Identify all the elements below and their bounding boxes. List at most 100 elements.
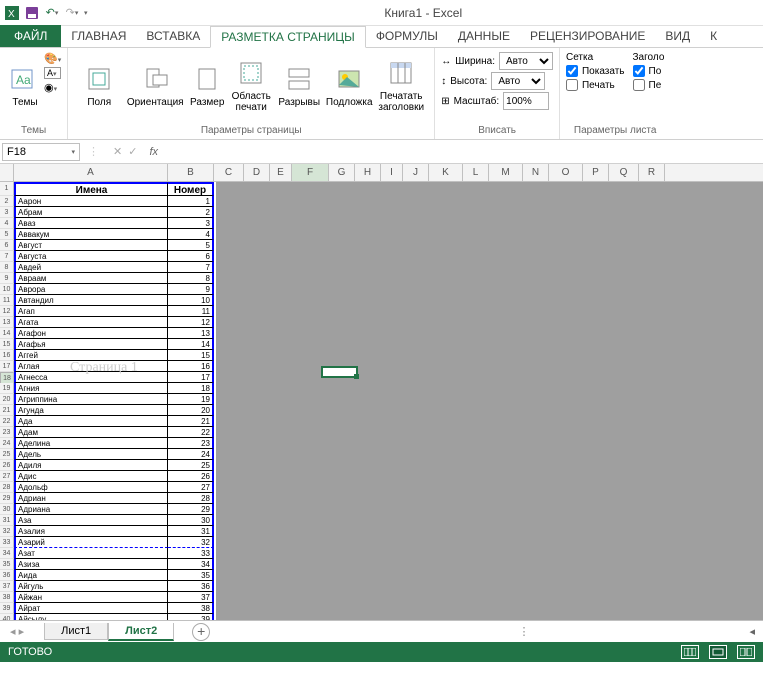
cell-B25[interactable]: 24 — [168, 449, 214, 460]
select-all-corner[interactable] — [0, 164, 14, 181]
cell-B33[interactable]: 32 — [168, 537, 214, 548]
cell-B38[interactable]: 37 — [168, 592, 214, 603]
width-select[interactable]: Авто — [499, 52, 553, 70]
tab-home[interactable]: ГЛАВНАЯ — [61, 25, 136, 47]
effects-icon[interactable]: ◉▾ — [44, 81, 61, 94]
cell-A26[interactable]: Адиля — [14, 460, 168, 471]
row-header-11[interactable]: 11 — [0, 295, 14, 306]
cell-B37[interactable]: 36 — [168, 581, 214, 592]
cell-B40[interactable]: 39 — [168, 614, 214, 620]
grid-print-checkbox[interactable] — [566, 79, 578, 91]
col-header-B[interactable]: B — [168, 164, 214, 181]
cell-B13[interactable]: 12 — [168, 317, 214, 328]
cell-A2[interactable]: Аарон — [14, 196, 168, 207]
view-normal-icon[interactable] — [681, 645, 699, 659]
cell-A32[interactable]: Азалия — [14, 526, 168, 537]
row-header-26[interactable]: 26 — [0, 460, 14, 471]
cell-B2[interactable]: 1 — [168, 196, 214, 207]
cell-A21[interactable]: Агунда — [14, 405, 168, 416]
row-header-23[interactable]: 23 — [0, 427, 14, 438]
row-header-38[interactable]: 38 — [0, 592, 14, 603]
row-header-15[interactable]: 15 — [0, 339, 14, 350]
redo-icon[interactable]: ↷▾ — [64, 5, 80, 21]
cell-A34[interactable]: Азат — [14, 548, 168, 559]
cell-B4[interactable]: 3 — [168, 218, 214, 229]
cell-B30[interactable]: 29 — [168, 504, 214, 515]
cell-B17[interactable]: 16 — [168, 361, 214, 372]
cancel-icon[interactable]: ✕ — [113, 145, 122, 158]
sheet-tab-2[interactable]: Лист2 — [108, 623, 174, 641]
cell-A27[interactable]: Адис — [14, 471, 168, 482]
cell-A12[interactable]: Агап — [14, 306, 168, 317]
cell-B10[interactable]: 9 — [168, 284, 214, 295]
hscroll-left[interactable]: ◂ — [749, 625, 755, 638]
col-header-D[interactable]: D — [244, 164, 270, 181]
cell-A11[interactable]: Автандил — [14, 295, 168, 306]
height-select[interactable]: Авто — [491, 72, 545, 90]
row-header-19[interactable]: 19 — [0, 383, 14, 394]
col-header-I[interactable]: I — [381, 164, 403, 181]
cell-B9[interactable]: 8 — [168, 273, 214, 284]
cell-A15[interactable]: Агафья — [14, 339, 168, 350]
cell-B16[interactable]: 15 — [168, 350, 214, 361]
col-header-J[interactable]: J — [403, 164, 429, 181]
view-page-layout-icon[interactable] — [709, 645, 727, 659]
save-icon[interactable] — [24, 5, 40, 21]
cell-A4[interactable]: Аваз — [14, 218, 168, 229]
row-header-12[interactable]: 12 — [0, 306, 14, 317]
view-page-break-icon[interactable] — [737, 645, 755, 659]
cell-A33[interactable]: Азарий — [14, 537, 168, 548]
cell-A29[interactable]: Адриан — [14, 493, 168, 504]
cell-A35[interactable]: Азиза — [14, 559, 168, 570]
grid-show-checkbox[interactable] — [566, 65, 578, 77]
cell-B20[interactable]: 19 — [168, 394, 214, 405]
cell-B3[interactable]: 2 — [168, 207, 214, 218]
background-button[interactable]: Подложка — [324, 50, 374, 120]
col-header-E[interactable]: E — [270, 164, 292, 181]
tab-file[interactable]: ФАЙЛ — [0, 25, 61, 47]
sheet-tab-1[interactable]: Лист1 — [44, 623, 108, 640]
fx-icon[interactable]: fx — [145, 146, 162, 158]
tab-data[interactable]: ДАННЫЕ — [448, 25, 520, 47]
row-header-8[interactable]: 8 — [0, 262, 14, 273]
cell-A36[interactable]: Аида — [14, 570, 168, 581]
tab-insert[interactable]: ВСТАВКА — [136, 25, 210, 47]
cell-B8[interactable]: 7 — [168, 262, 214, 273]
worksheet-grid[interactable]: 1ИменаНомер2Аарон13Абрам24Аваз35Аввакум4… — [0, 182, 763, 620]
row-header-21[interactable]: 21 — [0, 405, 14, 416]
col-header-O[interactable]: O — [549, 164, 583, 181]
tab-page-layout[interactable]: РАЗМЕТКА СТРАНИЦЫ — [210, 26, 366, 48]
cell-B22[interactable]: 21 — [168, 416, 214, 427]
name-box[interactable]: F18▾ — [2, 143, 80, 161]
formula-input[interactable] — [162, 142, 763, 162]
col-header-C[interactable]: C — [214, 164, 244, 181]
cell-B34[interactable]: 33 — [168, 548, 214, 559]
row-header-39[interactable]: 39 — [0, 603, 14, 614]
print-titles-button[interactable]: Печатать заголовки — [374, 50, 428, 120]
cell-B27[interactable]: 26 — [168, 471, 214, 482]
cell-A18[interactable]: Агнесса — [14, 372, 168, 383]
row-header-10[interactable]: 10 — [0, 284, 14, 295]
cell-B15[interactable]: 14 — [168, 339, 214, 350]
cell-B11[interactable]: 10 — [168, 295, 214, 306]
row-header-1[interactable]: 1 — [0, 182, 14, 196]
cell-A14[interactable]: Агафон — [14, 328, 168, 339]
cell-B19[interactable]: 18 — [168, 383, 214, 394]
row-header-29[interactable]: 29 — [0, 493, 14, 504]
margins-button[interactable]: Поля — [74, 50, 124, 120]
row-header-24[interactable]: 24 — [0, 438, 14, 449]
cell-A23[interactable]: Адам — [14, 427, 168, 438]
cell-A1[interactable]: Имена — [14, 182, 168, 196]
cell-A39[interactable]: Айрат — [14, 603, 168, 614]
tab-view[interactable]: ВИД — [655, 25, 700, 47]
undo-icon[interactable]: ↶▾ — [44, 5, 60, 21]
col-header-R[interactable]: R — [639, 164, 665, 181]
col-header-G[interactable]: G — [329, 164, 355, 181]
cell-A38[interactable]: Айжан — [14, 592, 168, 603]
row-header-32[interactable]: 32 — [0, 526, 14, 537]
col-header-A[interactable]: A — [14, 164, 168, 181]
cell-B32[interactable]: 31 — [168, 526, 214, 537]
cell-A40[interactable]: Айсылу — [14, 614, 168, 620]
cell-A10[interactable]: Аврора — [14, 284, 168, 295]
row-header-34[interactable]: 34 — [0, 548, 14, 559]
